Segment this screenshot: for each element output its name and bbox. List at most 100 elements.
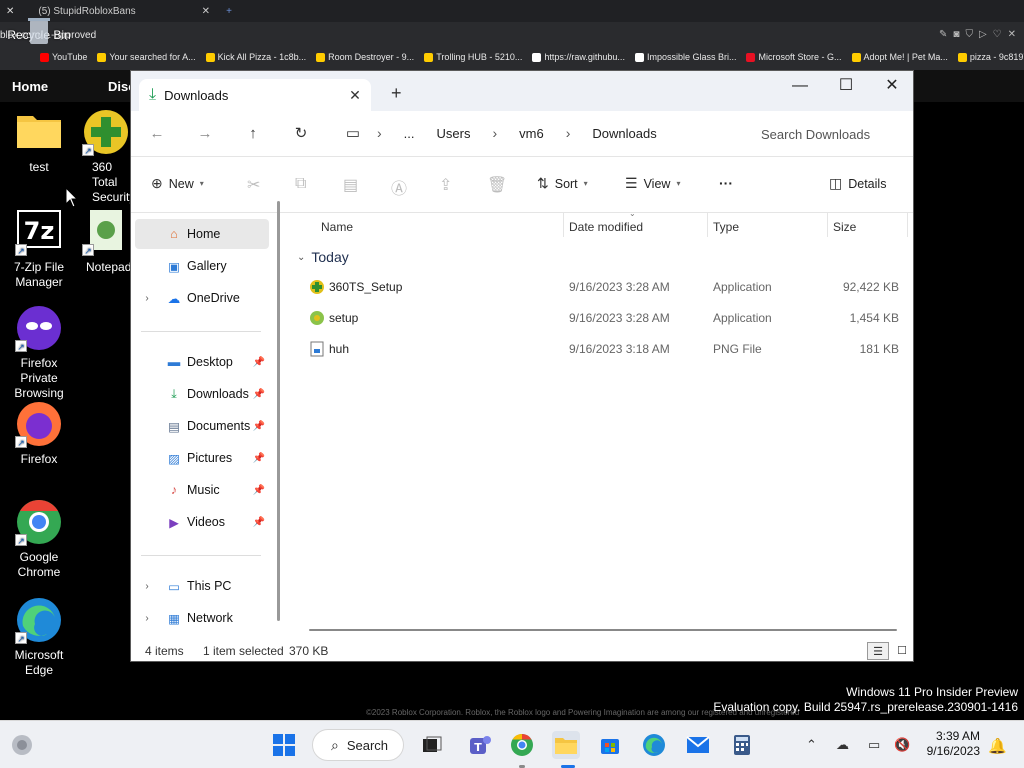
nav-item-onedrive[interactable]: › ☁ OneDrive bbox=[131, 283, 269, 313]
shield-icon[interactable]: ⛉ bbox=[965, 29, 973, 40]
more-options-button[interactable]: ··· bbox=[719, 175, 733, 191]
file-explorer-taskbar-icon[interactable] bbox=[552, 731, 580, 759]
pin-icon[interactable]: 📌 bbox=[253, 485, 265, 496]
file-row[interactable]: huh 9/16/2023 3:18 AM PNG File 181 KB bbox=[293, 335, 909, 363]
chrome-taskbar-icon[interactable] bbox=[508, 731, 536, 759]
maximize-button[interactable]: ☐ bbox=[823, 71, 869, 103]
close-icon[interactable]: ✕ bbox=[202, 6, 210, 17]
nav-item-home[interactable]: ⌂ Home bbox=[135, 219, 269, 249]
bookmark-item[interactable]: YouTube bbox=[40, 52, 87, 62]
desktop-icon-recycle-bin[interactable]: Recycle Bin bbox=[1, 14, 77, 44]
desktop-icon-7zip[interactable]: 7z ↗ 7-Zip File Manager bbox=[1, 208, 77, 290]
cut-icon[interactable]: ✂ bbox=[247, 175, 260, 195]
file-row[interactable]: 360TS_Setup 9/16/2023 3:28 AM Applicatio… bbox=[293, 273, 909, 301]
widgets-icon[interactable] bbox=[8, 731, 36, 759]
details-button[interactable]: ◫ Details bbox=[829, 175, 886, 192]
desktop-icon-firefox[interactable]: ↗ Firefox bbox=[1, 400, 77, 467]
breadcrumb-overflow[interactable]: ... bbox=[404, 126, 415, 141]
refresh-icon[interactable]: ↻ bbox=[287, 123, 315, 145]
bookmark-item[interactable]: Trolling HUB - 5210... bbox=[424, 52, 522, 62]
notification-bell-icon[interactable]: 🔔 bbox=[988, 737, 1007, 755]
bookmark-item[interactable]: Impossible Glass Bri... bbox=[634, 52, 736, 62]
nav-item-this-pc[interactable]: › ▭ This PC bbox=[131, 571, 269, 601]
column-header-name[interactable]: Name bbox=[321, 220, 353, 234]
desktop-icon-notepad[interactable]: ↗ Notepad bbox=[80, 208, 132, 275]
paste-icon[interactable]: ▤ bbox=[343, 175, 358, 195]
column-divider[interactable] bbox=[707, 213, 708, 237]
nav-item-videos[interactable]: ▶ Videos 📌 bbox=[131, 507, 269, 537]
bookmark-item[interactable]: Adopt Me! | Pet Ma... bbox=[851, 52, 948, 62]
nav-item-desktop[interactable]: ▬ Desktop 📌 bbox=[131, 347, 269, 377]
group-header-today[interactable]: ⌄ Today bbox=[297, 249, 349, 265]
network-status-icon[interactable]: ☁ bbox=[836, 737, 849, 753]
new-tab-button[interactable]: + bbox=[391, 83, 402, 104]
camera-icon[interactable]: ◙ bbox=[953, 29, 959, 40]
view-button[interactable]: ☰ View ▾ bbox=[625, 175, 680, 192]
close-tab-icon[interactable]: ✕ bbox=[345, 87, 365, 104]
nav-item-pictures[interactable]: ▨ Pictures 📌 bbox=[131, 443, 269, 473]
file-row[interactable]: setup 9/16/2023 3:28 AM Application 1,45… bbox=[293, 304, 909, 332]
bookmark-item[interactable]: Your searched for A... bbox=[97, 52, 196, 62]
teams-icon[interactable]: T bbox=[466, 731, 494, 759]
mail-icon[interactable] bbox=[684, 731, 712, 759]
chevron-up-icon[interactable]: ⌃ bbox=[806, 737, 817, 753]
nav-item-gallery[interactable]: ▣ Gallery bbox=[131, 251, 269, 281]
edge-taskbar-icon[interactable] bbox=[640, 731, 668, 759]
column-divider[interactable] bbox=[563, 213, 564, 237]
desktop-icon-edge[interactable]: ↗ Microsoft Edge bbox=[1, 596, 77, 678]
tab-downloads[interactable]: ⤓ Downloads ✕ bbox=[139, 79, 371, 111]
column-header-type[interactable]: Type bbox=[713, 220, 739, 234]
nav-item-documents[interactable]: ▤ Documents 📌 bbox=[131, 411, 269, 441]
breadcrumb-vm6[interactable]: vm6 bbox=[519, 126, 544, 141]
copy-icon[interactable]: ⧉ bbox=[295, 175, 306, 193]
pin-icon[interactable]: 📌 bbox=[253, 357, 265, 368]
column-header-size[interactable]: Size bbox=[833, 220, 856, 234]
bookmark-item[interactable]: Room Destroyer - 9... bbox=[316, 52, 414, 62]
up-arrow-icon[interactable]: ↑ bbox=[239, 123, 267, 145]
search-input[interactable] bbox=[745, 117, 913, 151]
start-windows-icon[interactable] bbox=[270, 731, 298, 759]
play-icon[interactable]: ▷ bbox=[979, 29, 987, 40]
desktop-icon-chrome[interactable]: ↗ Google Chrome bbox=[1, 498, 77, 580]
bookmark-item[interactable]: Microsoft Store - G... bbox=[746, 52, 842, 62]
desktop-icon-360-security[interactable]: ↗ 360 Total Security bbox=[76, 108, 136, 205]
column-divider[interactable] bbox=[907, 213, 908, 237]
desktop-icon-test-folder[interactable]: test bbox=[1, 108, 77, 175]
breadcrumb-downloads[interactable]: Downloads bbox=[592, 126, 656, 141]
column-header-date[interactable]: Date modified bbox=[569, 220, 643, 234]
forward-arrow-icon[interactable]: → bbox=[191, 123, 219, 145]
pin-icon[interactable]: 📌 bbox=[253, 517, 265, 528]
minimize-button[interactable]: — bbox=[777, 71, 823, 103]
breadcrumb-users[interactable]: Users bbox=[437, 126, 471, 141]
store-icon[interactable] bbox=[596, 731, 624, 759]
chevron-right-icon[interactable]: › bbox=[131, 613, 163, 624]
pin-icon[interactable]: 📌 bbox=[253, 389, 265, 400]
volume-muted-icon[interactable]: 🔇 bbox=[894, 737, 910, 753]
chevron-right-icon[interactable]: › bbox=[131, 581, 163, 592]
nav-scrollbar[interactable] bbox=[277, 201, 280, 621]
details-view-icon[interactable]: ☰ bbox=[867, 642, 889, 660]
nav-item-music[interactable]: ♪ Music 📌 bbox=[131, 475, 269, 505]
close-button[interactable]: ✕ bbox=[869, 71, 913, 103]
column-divider[interactable] bbox=[827, 213, 828, 237]
close-icon[interactable]: ✕ bbox=[1008, 29, 1016, 40]
task-view-icon[interactable] bbox=[418, 731, 446, 759]
chevron-right-icon[interactable]: › bbox=[131, 293, 163, 304]
nav-item-network[interactable]: › ▦ Network bbox=[131, 603, 269, 633]
display-icon[interactable]: ▭ bbox=[868, 737, 880, 753]
delete-icon[interactable]: 🗑 bbox=[487, 175, 507, 195]
desktop-icon-firefox-private[interactable]: ↗ Firefox Private Browsing bbox=[1, 304, 77, 401]
new-tab-icon[interactable]: + bbox=[226, 6, 232, 17]
heart-icon[interactable]: ♡ bbox=[993, 29, 1002, 40]
edit-icon[interactable]: ✎ bbox=[939, 29, 947, 40]
pin-icon[interactable]: 📌 bbox=[253, 421, 265, 432]
sort-button[interactable]: ⇅ Sort ▾ bbox=[537, 175, 588, 192]
bookmark-item[interactable]: https://raw.githubu... bbox=[532, 52, 625, 62]
taskbar-search-button[interactable]: ⌕ Search bbox=[312, 729, 404, 761]
horizontal-scrollbar[interactable] bbox=[309, 629, 897, 631]
rename-icon[interactable]: Ⓐ bbox=[391, 175, 407, 199]
clock[interactable]: 3:39 AM 9/16/2023 bbox=[927, 729, 980, 759]
pin-icon[interactable]: 📌 bbox=[253, 453, 265, 464]
calculator-icon[interactable] bbox=[728, 731, 756, 759]
bookmark-item[interactable]: pizza - 9c8197b1 bbox=[957, 52, 1024, 62]
